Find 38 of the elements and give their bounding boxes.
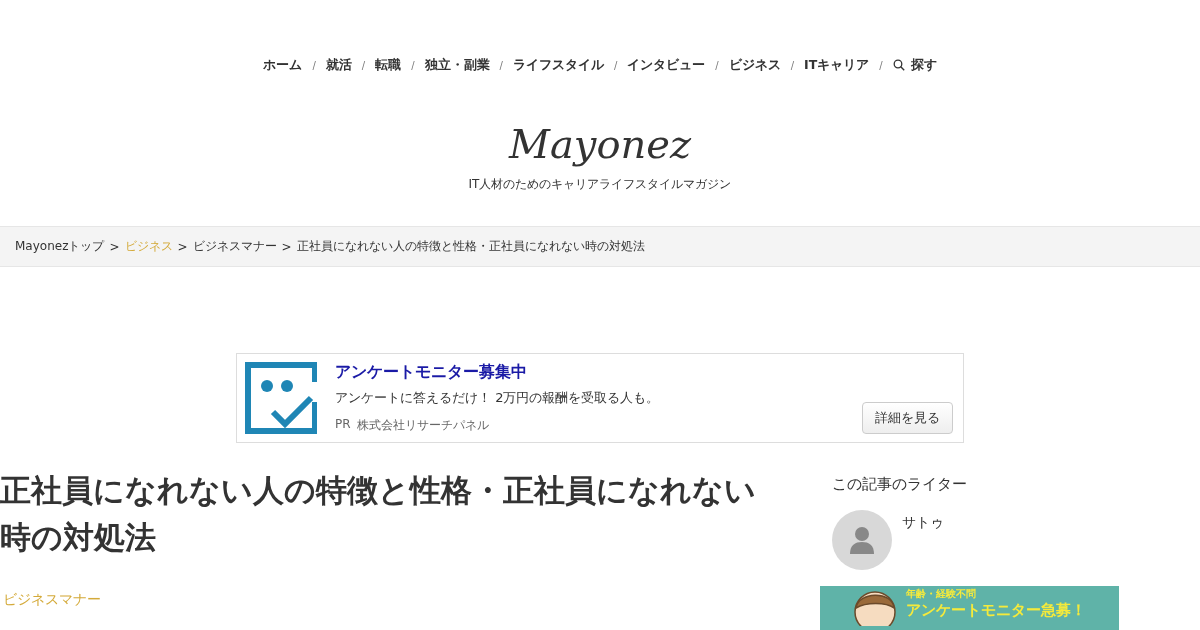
nav-link[interactable]: 転職: [375, 56, 402, 74]
nav-link[interactable]: ホーム: [263, 56, 303, 74]
nav-link[interactable]: ITキャリア: [804, 56, 870, 74]
nav-link[interactable]: 独立・副業: [424, 56, 490, 74]
nav-separator: /: [312, 59, 316, 71]
writer-heading: この記事のライター: [832, 475, 968, 494]
banner-title: アンケートモニター急募！: [906, 601, 1086, 620]
nav-separator: /: [499, 59, 503, 71]
breadcrumb-separator: >: [177, 239, 188, 254]
ad-title[interactable]: アンケートモニター募集中: [335, 362, 844, 383]
article-title: 正社員になれない人の特徴と性格・正社員になれない時の対処法: [0, 471, 757, 557]
banner-subtitle: 年齢・経験不問: [906, 587, 977, 601]
ad-sponsor: 株式会社リサーチパネル: [356, 417, 489, 434]
details-button[interactable]: 詳細を見る: [862, 402, 953, 434]
breadcrumb-link[interactable]: Mayonezトップ: [15, 238, 105, 255]
nav-separator: /: [790, 59, 795, 71]
nav-separator: /: [879, 59, 883, 71]
nav-separator: /: [411, 59, 415, 71]
site-logo[interactable]: Mayonez: [0, 120, 1200, 168]
checkmark-face-icon: [245, 362, 317, 434]
nav-link[interactable]: ライフスタイル: [512, 56, 604, 74]
search-link[interactable]: 探す: [892, 56, 937, 74]
person-icon: [849, 526, 875, 554]
breadcrumb-link[interactable]: ビジネスマナー: [192, 238, 277, 255]
nav-separator: /: [361, 59, 366, 71]
nav-separator: /: [715, 59, 719, 71]
nav-separator: /: [613, 59, 618, 71]
nav-link[interactable]: インタビュー: [627, 56, 706, 74]
breadcrumb-separator: >: [281, 239, 292, 254]
nav-link[interactable]: 就活: [325, 56, 352, 74]
nav-link[interactable]: ビジネス: [728, 56, 781, 74]
breadcrumb-separator: >: [109, 239, 120, 254]
site-tagline: IT人材のためのキャリアライフスタイルマガジン: [467, 176, 733, 193]
writer-name[interactable]: サトゥ: [902, 514, 944, 570]
search-icon: [892, 59, 905, 71]
ad-description: アンケートに答えるだけ！ 2万円の報酬を受取る人も。: [335, 389, 661, 407]
breadcrumb-current: 正社員になれない人の特徴と性格・正社員になれない時の対処法: [296, 238, 645, 255]
pr-label: PR: [335, 417, 351, 433]
